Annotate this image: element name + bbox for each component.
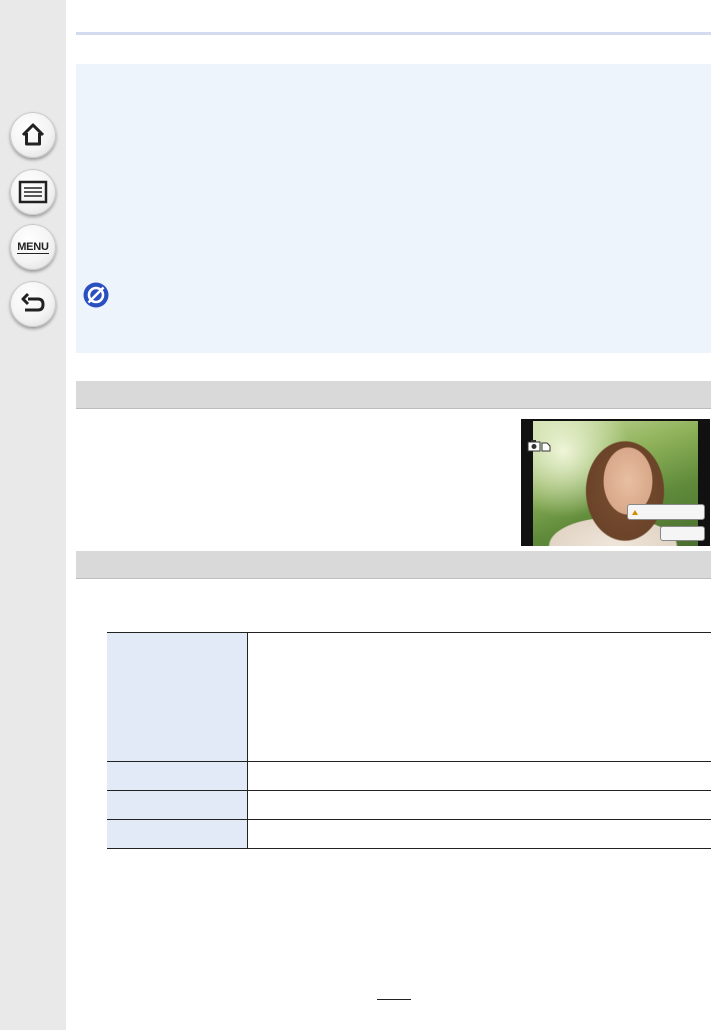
home-icon [21, 123, 45, 146]
menu-label: MENU [17, 240, 49, 254]
back-arrow-icon [21, 292, 45, 312]
table-row [107, 761, 711, 791]
setting-description [247, 819, 711, 849]
info-box [76, 64, 711, 353]
contents-list-icon [18, 180, 48, 204]
section-header [76, 551, 711, 579]
menu-button[interactable]: MENU [10, 224, 56, 270]
sidebar: MENU [0, 0, 66, 1030]
warning-label [627, 504, 705, 520]
settings-table [107, 632, 711, 849]
camera-mode-icon [527, 440, 551, 452]
warning-icon [632, 509, 638, 515]
not-available-icon [83, 282, 109, 308]
page-number [377, 999, 411, 1000]
table-row [107, 819, 711, 849]
table-row [107, 790, 711, 820]
setting-name [107, 790, 248, 820]
back-button[interactable] [10, 281, 56, 327]
section-header [76, 381, 711, 409]
setting-name [107, 632, 248, 762]
header-divider [76, 32, 711, 35]
setting-name [107, 761, 248, 791]
setting-name [107, 819, 248, 849]
setting-description [247, 761, 711, 791]
setting-description [247, 790, 711, 820]
setting-description [247, 632, 711, 762]
home-button[interactable] [10, 112, 56, 158]
contents-button[interactable] [10, 169, 56, 215]
table-row [107, 632, 711, 762]
preview-button [660, 526, 705, 541]
